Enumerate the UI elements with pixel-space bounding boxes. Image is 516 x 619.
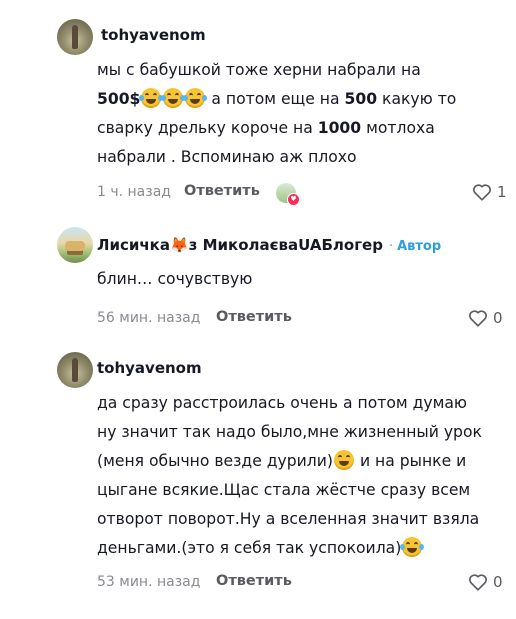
comment-text-span: мы с бабушкой тоже херни набрали на (97, 61, 421, 79)
tears-of-joy-emoji-icon (400, 537, 425, 557)
comment-line: набрали . Вспоминаю аж плохо (97, 143, 516, 172)
comment-timestamp: 1 ч. назад (97, 184, 171, 200)
comment-amount: 500 (344, 90, 378, 108)
comment-text-span: отворот поворот.Ну а вселенная значит вз… (97, 510, 480, 528)
fox-emoji: 🦊 (169, 236, 189, 254)
comment-text-span: набрали . Вспоминаю аж плохо (97, 148, 357, 166)
avatar[interactable] (57, 19, 93, 55)
comment-username[interactable]: tohyavenom (97, 359, 202, 377)
avatar[interactable] (57, 227, 93, 263)
heart-icon: ♥ (287, 193, 300, 206)
like-button[interactable]: 1 (472, 183, 507, 201)
comment-username[interactable]: Лисичка🦊з МиколаєваUAБлогер · Автор (97, 236, 441, 254)
avatar[interactable] (57, 352, 93, 388)
comment-line: деньгами.(это я себя так успокоила) (97, 534, 516, 563)
author-badge: · Автор (388, 239, 442, 254)
tears-of-joy-emoji-icon (139, 88, 164, 108)
grin-emoji-icon (334, 450, 354, 470)
comment-line: 500$ а потом еще на 500 какую то (97, 85, 516, 114)
comment-text: мы с бабушкой тоже херни набрали на 500$ … (97, 56, 516, 172)
heart-outline-icon (469, 574, 487, 591)
like-count: 1 (497, 183, 507, 201)
comment-text-span: да сразу расстроилась очень а потом дума… (97, 394, 468, 412)
like-count: 0 (493, 309, 503, 327)
heart-outline-icon (473, 184, 491, 201)
like-count: 0 (493, 573, 503, 591)
like-button[interactable]: 0 (468, 573, 503, 591)
comment-amount: 500$ (97, 90, 141, 108)
comment-line: блин… сочувствую (97, 265, 516, 294)
comment-text-span: мотлоха (361, 119, 435, 137)
like-button[interactable]: 0 (468, 309, 503, 327)
comment-text-span: цыгане всякие.Щас стала жёстче сразу все… (97, 481, 471, 499)
comment-username[interactable]: tohyavenom (101, 26, 206, 44)
username-text-rest: з МиколаєваUAБлогер (188, 236, 383, 254)
reply-button[interactable]: Ответить (216, 309, 292, 325)
comment-timestamp: 53 мин. назад (97, 574, 201, 590)
comment-text-span: какую то (377, 90, 457, 108)
comment-text-span: сварку дрельку короче на (97, 119, 318, 137)
comment-line: ну значит так надо было,мне жизненный ур… (97, 418, 516, 447)
reply-button[interactable]: Ответить (184, 183, 260, 199)
comment-line: (меня обычно везде дурили) и на рынке и (97, 447, 516, 476)
comment-text: блин… сочувствую (97, 265, 516, 294)
comment-line: отворот поворот.Ну а вселенная значит вз… (97, 505, 516, 534)
heart-outline-icon (469, 310, 487, 327)
comment-timestamp: 56 мин. назад (97, 310, 201, 326)
comment-text-span: (меня обычно везде дурили) (97, 452, 333, 470)
comment-line: да сразу расстроилась очень а потом дума… (97, 389, 516, 418)
tears-of-joy-emoji-icon (183, 88, 208, 108)
comment-line: мы с бабушкой тоже херни набрали на (97, 56, 516, 85)
username-text: Лисичка (97, 236, 170, 254)
comment-amount: 1000 (317, 119, 362, 137)
comment-text-span: блин… сочувствую (97, 270, 253, 288)
comment-text-span: ну значит так надо было,мне жизненный ур… (97, 423, 482, 441)
tears-of-joy-emoji-icon (161, 88, 186, 108)
comment-line: сварку дрельку короче на 1000 мотлоха (97, 114, 516, 143)
comment-text-span: а потом еще на (206, 90, 345, 108)
comment-text-span: деньгами.(это я себя так успокоила) (97, 539, 402, 557)
comment-line: цыгане всякие.Щас стала жёстче сразу все… (97, 476, 516, 505)
creator-liked-avatar: ♥ (276, 183, 300, 206)
comment-text-span: и на рынке и (355, 452, 467, 470)
comment-text: да сразу расстроилась очень а потом дума… (97, 389, 516, 563)
reply-button[interactable]: Ответить (216, 573, 292, 589)
